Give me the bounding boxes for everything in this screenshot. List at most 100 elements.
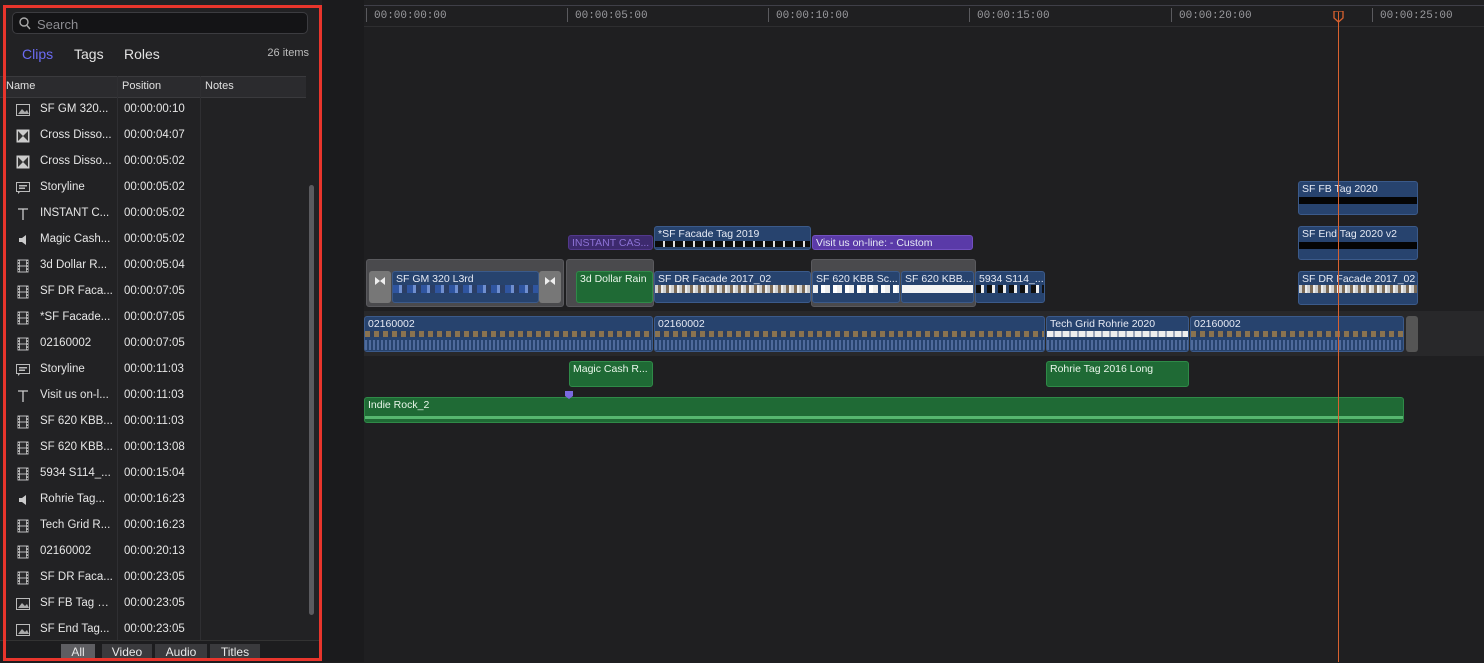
filter-titles-button[interactable]: Titles [210, 644, 260, 660]
clip-name: 3d Dollar R... [40, 259, 108, 271]
filter-bar: All Video Audio Titles [0, 640, 322, 663]
film-icon [16, 571, 30, 585]
timeline-clip-instant-cas[interactable]: INSTANT CAS... [568, 235, 653, 250]
filter-video-button[interactable]: Video [102, 644, 152, 660]
list-item[interactable]: Cross Disso... 00:00:04:07 [0, 123, 306, 149]
column-header-row: Name Position Notes [0, 76, 306, 98]
clip-name: Cross Disso... [40, 129, 112, 141]
clip-position: 00:00:13:08 [124, 441, 185, 453]
column-header-position[interactable]: Position [122, 80, 161, 92]
clip-name: 02160002 [40, 337, 92, 349]
timeline-clip-magic-cash[interactable]: Magic Cash R... [569, 361, 653, 387]
audio-icon [16, 233, 30, 247]
ruler-timecode: 00:00:20:00 [1179, 10, 1252, 22]
timeline-gutter [322, 0, 364, 662]
list-item[interactable]: INSTANT C... 00:00:05:02 [0, 201, 306, 227]
timeline-clip-primary-2[interactable]: 02160002 [654, 316, 1045, 352]
timeline-clip-5934-s114[interactable]: 5934 S114_... [975, 271, 1045, 303]
clip-position: 00:00:23:05 [124, 597, 185, 609]
search-input[interactable] [35, 13, 299, 35]
list-item[interactable]: 3d Dollar R... 00:00:05:04 [0, 253, 306, 279]
search-icon [19, 17, 31, 30]
cross-dissolve-transition[interactable] [539, 271, 561, 303]
gap-clip[interactable] [1406, 316, 1418, 352]
clip-position: 00:00:05:02 [124, 207, 185, 219]
list-item[interactable]: Tech Grid R... 00:00:16:23 [0, 513, 306, 539]
scrollbar[interactable] [309, 185, 314, 615]
clip-name: 5934 S114_... [40, 467, 111, 479]
clip-position: 00:00:11:03 [124, 363, 184, 375]
tab-tags[interactable]: Tags [74, 46, 104, 62]
list-item[interactable]: SF GM 320... 00:00:00:10 [0, 97, 306, 123]
clip-position: 00:00:05:04 [124, 259, 185, 271]
timeline-clip-sf-facade-2019[interactable]: *SF Facade Tag 2019 [654, 226, 811, 250]
timeline-ruler[interactable]: 00:00:00:00 00:00:05:00 00:00:10:00 00:00:1… [364, 0, 1484, 27]
timeline[interactable]: 00:00:00:00 00:00:05:00 00:00:10:00 00:00:1… [322, 0, 1484, 662]
film-icon [16, 519, 30, 533]
list-item[interactable]: 02160002 00:00:07:05 [0, 331, 306, 357]
timeline-clip-primary-1[interactable]: 02160002 [364, 316, 653, 352]
timeline-clip-3d-dollar-rain[interactable]: 3d Dollar Rain [576, 271, 653, 303]
cross-dissolve-transition[interactable] [369, 271, 391, 303]
tab-roles[interactable]: Roles [124, 46, 160, 62]
list-item[interactable]: Visit us on-l... 00:00:11:03 [0, 383, 306, 409]
ruler-timecode: 00:00:10:00 [776, 10, 849, 22]
clip-name: Visit us on-l... [40, 389, 109, 401]
storyline-icon [16, 363, 30, 377]
timeline-clip-primary-3[interactable]: 02160002 [1190, 316, 1404, 352]
list-item[interactable]: SF 620 KBB... 00:00:13:08 [0, 435, 306, 461]
list-item[interactable]: SF 620 KBB... 00:00:11:03 [0, 409, 306, 435]
timeline-clip-rohrie-tag[interactable]: Rohrie Tag 2016 Long [1046, 361, 1189, 387]
list-item[interactable]: SF FB Tag 2... 00:00:23:05 [0, 591, 306, 617]
search-field[interactable] [12, 12, 308, 35]
film-icon [16, 259, 30, 273]
list-item[interactable]: Magic Cash... 00:00:05:02 [0, 227, 306, 253]
tab-clips[interactable]: Clips [22, 46, 53, 62]
timeline-clip-indie-rock[interactable]: Indie Rock_2 [364, 397, 1404, 423]
playhead-handle-icon[interactable] [1333, 11, 1344, 23]
timeline-clip-sf-end-tag[interactable]: SF End Tag 2020 v2 [1298, 226, 1418, 260]
ruler-timecode: 00:00:15:00 [977, 10, 1050, 22]
marker-icon[interactable] [564, 390, 574, 400]
list-item[interactable]: SF End Tag... 00:00:23:05 [0, 617, 306, 640]
list-item[interactable]: Storyline 00:00:11:03 [0, 357, 306, 383]
clip-position: 00:00:15:04 [124, 467, 185, 479]
transition-icon [375, 277, 385, 285]
clip-name: SF DR Faca... [40, 285, 113, 297]
column-header-notes[interactable]: Notes [205, 80, 234, 92]
list-item[interactable]: *SF Facade... 00:00:07:05 [0, 305, 306, 331]
timeline-clip-sf-dr-facade[interactable]: SF DR Facade 2017_02 [654, 271, 811, 303]
ruler-tick [768, 8, 769, 22]
list-item[interactable]: 5934 S114_... 00:00:15:04 [0, 461, 306, 487]
filter-audio-button[interactable]: Audio [155, 644, 207, 660]
playhead[interactable] [1338, 12, 1339, 662]
ruler-tick [1372, 8, 1373, 22]
list-item[interactable]: 02160002 00:00:20:13 [0, 539, 306, 565]
clip-name: SF FB Tag 2... [40, 597, 113, 609]
timeline-clip-sf-620-kbb-2[interactable]: SF 620 KBB... [901, 271, 974, 303]
list-item[interactable]: Cross Disso... 00:00:05:02 [0, 149, 306, 175]
column-header-name[interactable]: Name [6, 80, 35, 92]
timeline-clip-sf-gm-320[interactable]: SF GM 320 L3rd [392, 271, 539, 303]
timeline-clip-sf-620-kbb-1[interactable]: SF 620 KBB Sc... [812, 271, 900, 303]
title-icon [16, 389, 30, 403]
list-item[interactable]: Storyline 00:00:05:02 [0, 175, 306, 201]
audio-icon [16, 493, 30, 507]
list-item[interactable]: Rohrie Tag... 00:00:16:23 [0, 487, 306, 513]
filter-all-button[interactable]: All [61, 644, 95, 660]
film-icon [16, 467, 30, 481]
clip-name: SF End Tag... [40, 623, 110, 635]
image-icon [16, 597, 30, 611]
list-item[interactable]: SF DR Faca... 00:00:23:05 [0, 565, 306, 591]
clip-name: SF DR Faca... [40, 571, 113, 583]
timeline-clip-sf-fb-tag[interactable]: SF FB Tag 2020 [1298, 181, 1418, 215]
image-icon [16, 103, 30, 117]
clip-position: 00:00:23:05 [124, 571, 185, 583]
clip-name: SF GM 320... [40, 103, 109, 115]
timeline-clip-visit-us-online[interactable]: Visit us on-line: - Custom [812, 235, 973, 250]
list-item[interactable]: SF DR Faca... 00:00:07:05 [0, 279, 306, 305]
timeline-clip-sf-dr-facade-2[interactable]: SF DR Facade 2017_02 [1298, 271, 1418, 305]
film-icon [16, 337, 30, 351]
ruler-timecode: 00:00:25:00 [1380, 10, 1453, 22]
timeline-clip-tech-grid[interactable]: Tech Grid Rohrie 2020 [1046, 316, 1189, 352]
